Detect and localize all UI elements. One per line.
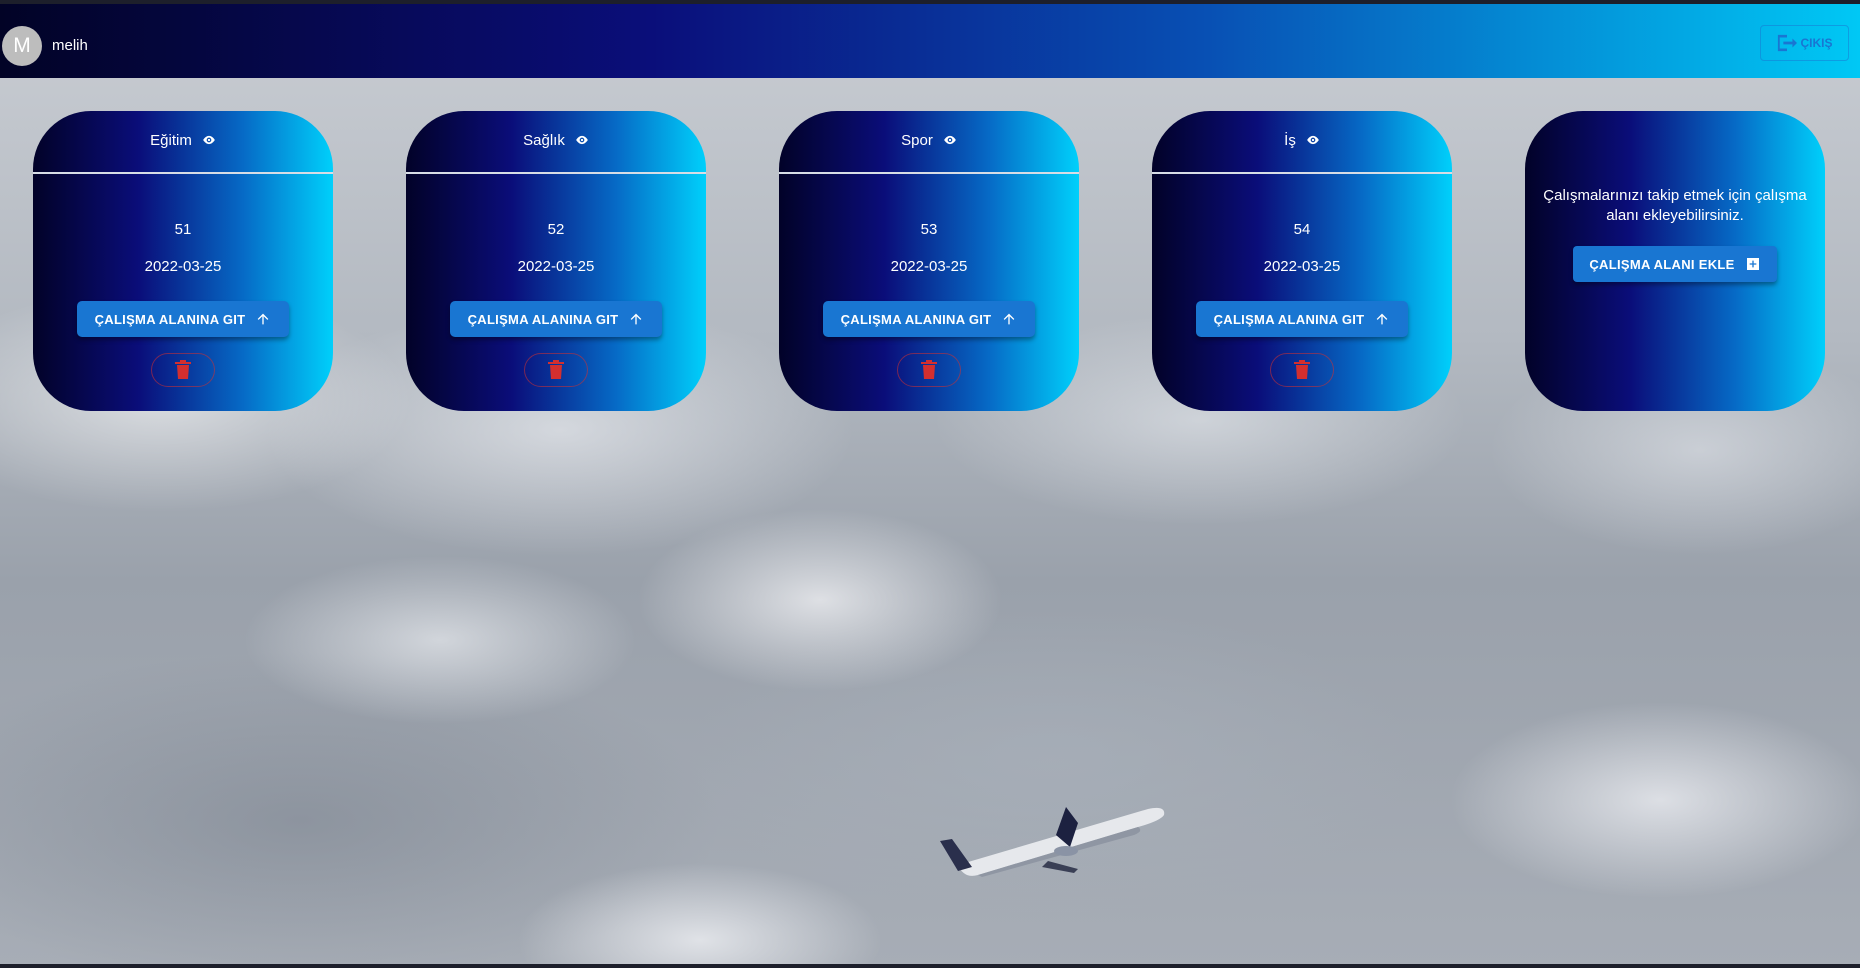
go-to-workspace-label: ÇALIŞMA ALANINA GIT	[467, 311, 619, 327]
workspace-count: 53	[920, 221, 938, 238]
go-to-workspace-label: ÇALIŞMA ALANINA GIT	[1213, 311, 1365, 327]
eye-icon[interactable]	[943, 133, 957, 147]
card-divider	[406, 172, 706, 174]
workspace-card: Sağlık 52 2022-03-25 ÇALIŞMA ALANINA GIT	[406, 111, 706, 411]
logout-icon	[1778, 34, 1798, 52]
go-to-workspace-button[interactable]: ÇALIŞMA ALANINA GIT	[1196, 301, 1408, 337]
workspace-title-label: İş	[1284, 131, 1296, 149]
workspace-card: Spor 53 2022-03-25 ÇALIŞMA ALANINA GIT	[779, 111, 1079, 411]
trash-icon	[921, 360, 937, 379]
delete-workspace-button[interactable]	[151, 353, 215, 387]
delete-workspace-button[interactable]	[524, 353, 588, 387]
add-workspace-description: Çalışmalarınızı takip etmek için çalışma…	[1543, 187, 1807, 224]
arrow-up-icon	[258, 313, 269, 325]
arrow-up-icon	[1004, 313, 1015, 325]
logout-button[interactable]: ÇIKIŞ	[1760, 25, 1849, 61]
workspace-title[interactable]: Spor	[779, 129, 1079, 151]
add-workspace-card: Çalışmalarınızı takip etmek için çalışma…	[1525, 111, 1825, 411]
go-to-workspace-label: ÇALIŞMA ALANINA GIT	[840, 311, 992, 327]
card-divider	[779, 172, 1079, 174]
trash-icon	[548, 360, 564, 379]
username: melih	[52, 37, 88, 54]
delete-workspace-button[interactable]	[1270, 353, 1334, 387]
app-bar: M melih ÇIKIŞ	[0, 4, 1860, 78]
delete-workspace-button[interactable]	[897, 353, 961, 387]
card-divider	[1152, 172, 1452, 174]
workspace-title[interactable]: İş	[1152, 129, 1452, 151]
window-bottom-border	[0, 964, 1860, 968]
workspace-count: 52	[547, 221, 565, 238]
workspace-title-label: Sağlık	[523, 131, 565, 149]
workspace-title[interactable]: Eğitim	[33, 129, 333, 151]
workspace-date: 2022-03-25	[517, 258, 595, 275]
add-box-icon	[1746, 258, 1759, 270]
workspace-title-label: Spor	[901, 131, 933, 149]
workspace-count: 51	[174, 221, 192, 238]
workspace-date: 2022-03-25	[144, 258, 222, 275]
eye-icon[interactable]	[202, 133, 216, 147]
add-workspace-button[interactable]: ÇALIŞMA ALANI EKLE	[1573, 246, 1777, 282]
go-to-workspace-label: ÇALIŞMA ALANINA GIT	[94, 311, 246, 327]
workspace-date: 2022-03-25	[1263, 258, 1341, 275]
workspace-card: İş 54 2022-03-25 ÇALIŞMA ALANINA GIT	[1152, 111, 1452, 411]
arrow-up-icon	[1377, 313, 1388, 325]
eye-icon[interactable]	[575, 133, 589, 147]
logout-label: ÇIKIŞ	[1800, 36, 1833, 50]
trash-icon	[1294, 360, 1310, 379]
add-workspace-label: ÇALIŞMA ALANI EKLE	[1589, 256, 1735, 272]
workspace-count: 54	[1293, 221, 1311, 238]
card-divider	[33, 172, 333, 174]
go-to-workspace-button[interactable]: ÇALIŞMA ALANINA GIT	[823, 301, 1035, 337]
eye-icon[interactable]	[1306, 133, 1320, 147]
workspace-title[interactable]: Sağlık	[406, 129, 706, 151]
arrow-up-icon	[631, 313, 642, 325]
workspace-date: 2022-03-25	[890, 258, 968, 275]
workspace-title-label: Eğitim	[150, 131, 192, 149]
workspace-card: Eğitim 51 2022-03-25 ÇALIŞMA ALANINA GIT	[33, 111, 333, 411]
avatar[interactable]: M	[2, 26, 42, 66]
go-to-workspace-button[interactable]: ÇALIŞMA ALANINA GIT	[450, 301, 662, 337]
trash-icon	[175, 360, 191, 379]
airplane-image	[940, 807, 1165, 877]
go-to-workspace-button[interactable]: ÇALIŞMA ALANINA GIT	[77, 301, 289, 337]
